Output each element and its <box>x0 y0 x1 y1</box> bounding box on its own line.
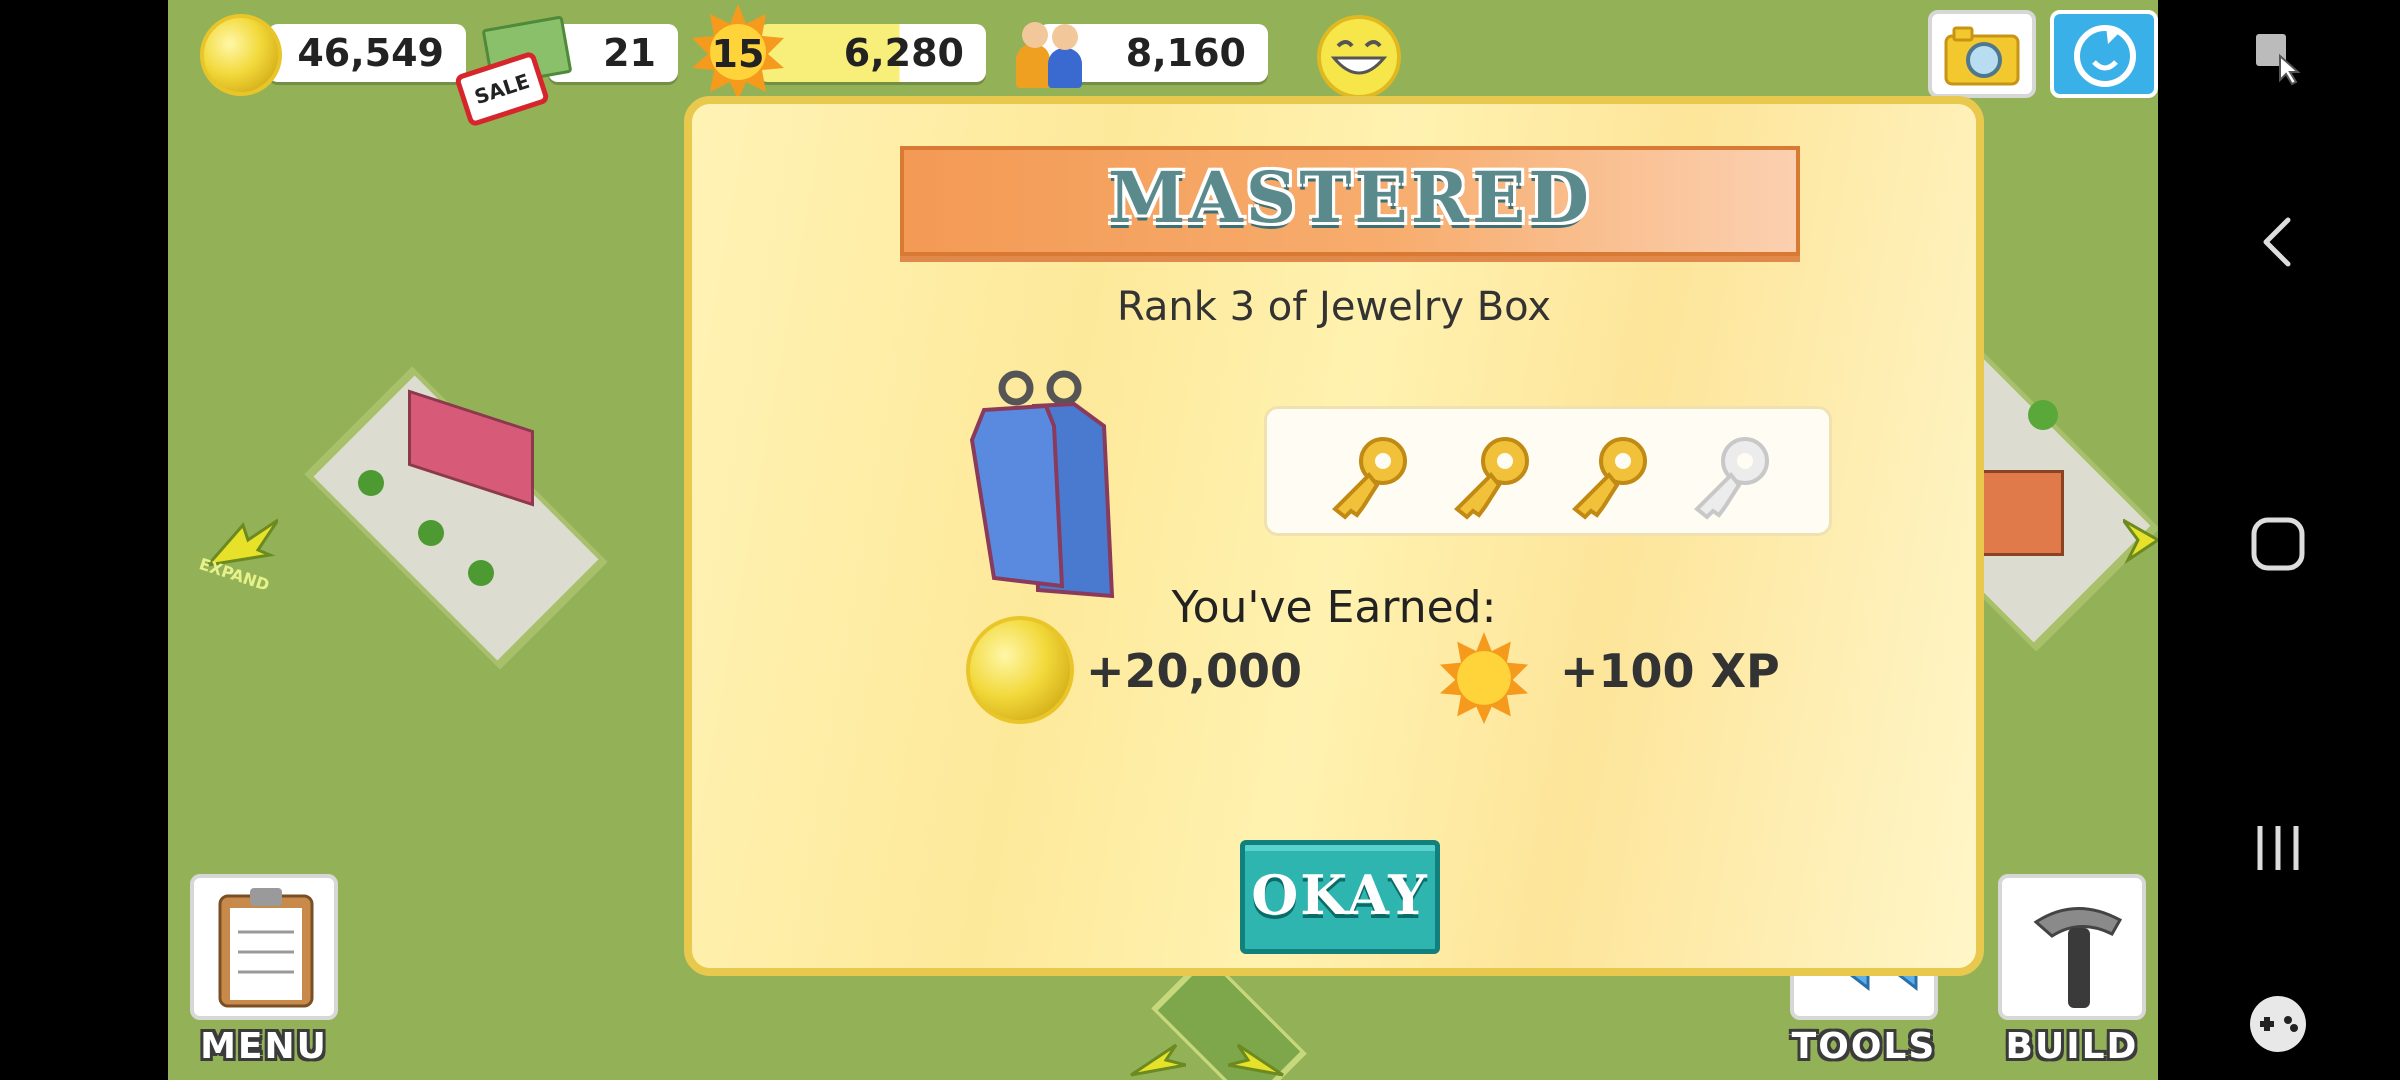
key-icon-gold <box>1454 437 1529 520</box>
share-icon <box>2074 25 2136 87</box>
tree <box>418 520 444 546</box>
dialog-title: MASTERED <box>1107 156 1593 239</box>
coin-reward-value: +20,000 <box>1086 644 1303 698</box>
scroll-down-left-arrow-icon[interactable] <box>1126 1040 1186 1080</box>
screen-capture-icon[interactable] <box>2250 28 2306 88</box>
tree <box>358 470 384 496</box>
level-value: 15 <box>711 32 765 76</box>
xp-reward-value: +100 XP <box>1560 644 1780 698</box>
camera-icon <box>1944 26 2020 86</box>
share-button[interactable] <box>2050 10 2158 98</box>
happiness-smiley-icon[interactable] <box>1316 14 1402 100</box>
home-icon[interactable] <box>2250 516 2306 572</box>
build-button[interactable] <box>1998 874 2146 1020</box>
game-viewport[interactable]: EXPAND 46,549 21 SALE 6,280 15 8,160 MEN… <box>168 0 2158 1080</box>
key-icon-gold <box>1572 437 1647 520</box>
coin-reward-icon <box>966 616 1074 724</box>
hammer-icon <box>2033 907 2123 1008</box>
xp-sun-icon <box>1439 632 1529 724</box>
sale-badge[interactable]: SALE <box>453 50 551 128</box>
title-banner: MASTERED <box>900 146 1800 256</box>
build-label[interactable]: BUILD <box>1998 1026 2146 1067</box>
sale-label: SALE <box>471 68 533 110</box>
system-nav-bar <box>2176 0 2400 1080</box>
scroll-down-right-arrow-icon[interactable] <box>1228 1040 1288 1080</box>
scroll-right-arrow-icon[interactable] <box>2123 515 2158 565</box>
tree <box>468 560 494 586</box>
mastery-dialog: MASTERED Rank 3 of Jewelry Box You've Ea… <box>684 96 1984 976</box>
key-icon-gold <box>1332 437 1407 520</box>
clipboard-icon <box>218 888 314 1008</box>
menu-label[interactable]: MENU <box>190 1026 338 1067</box>
okay-label: OKAY <box>1251 863 1429 927</box>
xp-value: 6,280 <box>843 31 964 75</box>
tools-label[interactable]: TOOLS <box>1790 1026 1938 1067</box>
back-icon[interactable] <box>2258 214 2298 270</box>
garment-bag-icon <box>969 370 1115 599</box>
tree <box>2028 400 2058 430</box>
rank-text: Rank 3 of Jewelry Box <box>1116 284 1552 330</box>
menu-button[interactable] <box>190 874 338 1020</box>
population-icon <box>1008 14 1088 90</box>
recents-icon[interactable] <box>2250 820 2306 876</box>
coin-icon <box>200 14 282 96</box>
population-value: 8,160 <box>1125 31 1246 75</box>
mastery-keys-panel <box>1264 406 1832 536</box>
key-icon-silver <box>1694 437 1769 520</box>
coins-value: 46,549 <box>297 31 444 75</box>
cash-value: 21 <box>603 31 656 75</box>
coins-counter[interactable]: 46,549 <box>268 24 466 82</box>
okay-button[interactable]: OKAY <box>1240 840 1440 954</box>
camera-button[interactable] <box>1928 10 2036 98</box>
earned-label: You've Earned: <box>1171 582 1497 633</box>
game-controller-icon[interactable] <box>2246 992 2310 1056</box>
xp-counter[interactable]: 6,280 <box>758 24 986 82</box>
